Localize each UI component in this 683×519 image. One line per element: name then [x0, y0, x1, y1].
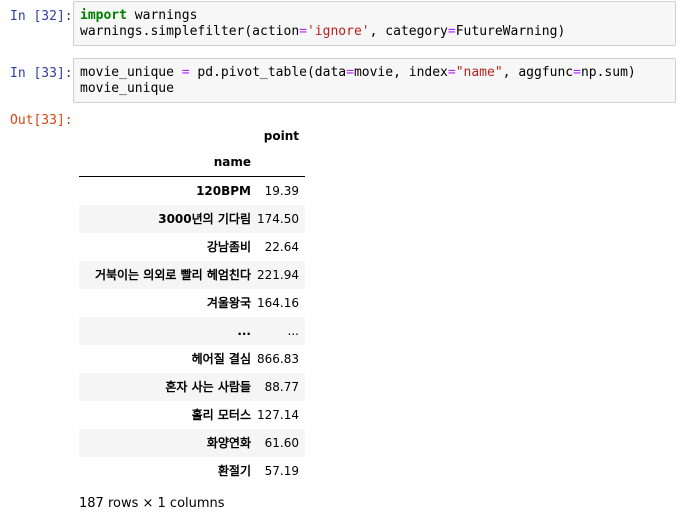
notebook-cell-32[interactable]: In [32]: import warnings warnings.simple…	[0, 0, 683, 48]
dataframe-shape-footer: 187 rows × 1 columns	[79, 496, 225, 511]
code-line: movie_unique = pd.pivot_table(data=movie…	[80, 65, 669, 81]
notebook-cell-33[interactable]: In [33]: movie_unique = pd.pivot_table(d…	[0, 57, 683, 107]
code-text: , aggfunc	[502, 65, 574, 80]
code-text: movie_unique	[80, 81, 174, 96]
cell-value-point: 164.16	[257, 296, 299, 310]
code-text: warnings.simplefilter(action	[80, 24, 300, 39]
code-text: warnings	[126, 8, 198, 23]
table-row: 환절기 57.19	[79, 457, 305, 485]
string-literal: 'ignore'	[306, 24, 370, 39]
table-row: 화양연화 61.60	[79, 429, 305, 457]
row-index-label: 120BPM	[196, 184, 251, 198]
table-body: 120BPM 19.39 3000년의 기다림 174.50 강남좀비 22.64 거북이는…	[79, 177, 305, 485]
code-text: movie, index	[353, 65, 448, 80]
input-prompt: In [32]:	[10, 9, 73, 24]
cell-value-point: 127.14	[257, 408, 299, 422]
row-index-label: 3000년의 기다림	[158, 212, 251, 226]
code-editor[interactable]: movie_unique = pd.pivot_table(data=movie…	[73, 58, 676, 103]
code-text: movie_unique	[80, 65, 182, 80]
cell-value-point: 866.83	[257, 352, 299, 366]
column-header-point: point	[263, 129, 299, 143]
code-line: movie_unique	[80, 81, 669, 97]
input-prompt: In [33]:	[10, 66, 73, 81]
code-text: FutureWarning)	[455, 24, 566, 39]
code-line: warnings.simplefilter(action='ignore', c…	[80, 24, 669, 40]
code-line: import warnings	[80, 8, 669, 24]
row-index-label: 화양연화	[206, 436, 251, 450]
string-literal: "name"	[455, 65, 503, 80]
table-row: 120BPM 19.39	[79, 177, 305, 205]
operator: =	[346, 65, 354, 80]
code-editor[interactable]: import warnings warnings.simplefilter(ac…	[73, 1, 676, 46]
cell-value-point: 88.77	[264, 380, 299, 394]
row-index-label: 홀리 모터스	[191, 408, 251, 422]
table-row: 거북이는 의외로 빨리 헤엄친다 221.94	[79, 261, 305, 289]
row-index-label: 헤어질 결심	[191, 352, 251, 366]
table-row: 헤어질 결심 866.83	[79, 345, 305, 373]
cell-value-point: 19.39	[264, 184, 299, 198]
operator: =	[299, 24, 307, 39]
cell-value-point: 22.64	[264, 240, 299, 254]
output-prompt: Out[33]:	[10, 113, 73, 128]
table-row: 강남좀비 22.64	[79, 233, 305, 261]
table-row: 3000년의 기다림 174.50	[79, 205, 305, 233]
row-index-label: 환절기	[217, 464, 251, 478]
table-row: 혼자 사는 사람들 88.77	[79, 373, 305, 401]
operator: =	[181, 65, 190, 80]
table-header: point name	[79, 120, 305, 177]
row-index-label: 거북이는 의외로 빨리 헤엄친다	[94, 268, 251, 282]
row-index-label: ...	[237, 324, 251, 338]
table-row: 겨울왕국 164.16	[79, 289, 305, 317]
cell-value-point: 174.50	[257, 212, 299, 226]
code-text: np.sum)	[580, 65, 636, 80]
operator: =	[447, 65, 456, 80]
row-index-label: 겨울왕국	[206, 296, 251, 310]
index-name-header: name	[213, 155, 251, 169]
cell-value-point: 221.94	[257, 268, 299, 282]
operator: =	[447, 24, 456, 39]
cell-value-point: 57.19	[264, 464, 299, 478]
row-index-label: 강남좀비	[206, 240, 251, 254]
code-text: pd.pivot_table(data	[189, 65, 347, 80]
table-row: 홀리 모터스 127.14	[79, 401, 305, 429]
cell-value-point: 61.60	[264, 436, 299, 450]
table-row: ......	[79, 317, 305, 345]
code-text: , category	[369, 24, 448, 39]
cell-value-point: ...	[287, 324, 299, 338]
operator: =	[573, 65, 581, 80]
keyword-import: import	[80, 8, 127, 23]
row-index-label: 혼자 사는 사람들	[165, 380, 251, 394]
dataframe-table: point name 120BPM 19.39 3000년의 기다림 174.50 강남…	[79, 120, 305, 485]
